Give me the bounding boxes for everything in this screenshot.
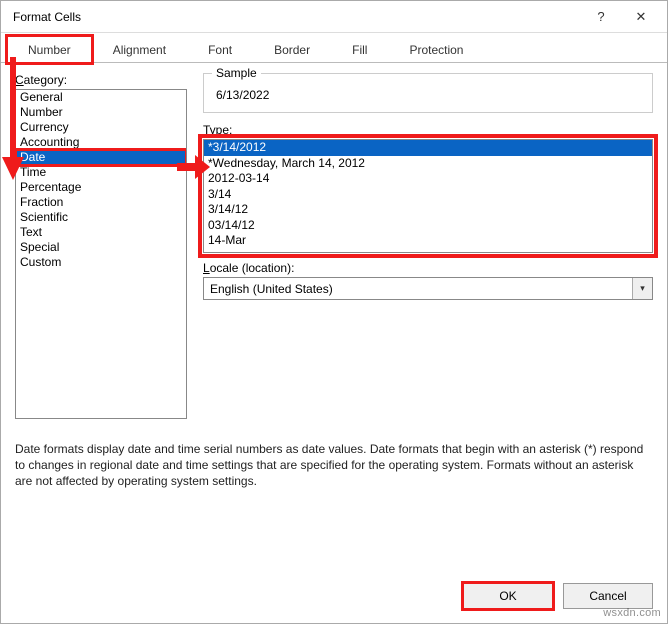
format-cells-dialog: Format Cells ? ✕ Number Alignment Font B… xyxy=(0,0,668,624)
locale-value: English (United States) xyxy=(204,282,632,296)
type-item-0[interactable]: *3/14/2012 xyxy=(204,140,652,156)
type-item-3[interactable]: 3/14 xyxy=(204,187,652,203)
type-item-5[interactable]: 03/14/12 xyxy=(204,218,652,234)
locale-label: Locale (location): xyxy=(203,261,653,275)
type-item-2[interactable]: 2012-03-14 xyxy=(204,171,652,187)
content-area: Category: General Number Currency Accoun… xyxy=(1,63,667,573)
tab-strip: Number Alignment Font Border Fill Protec… xyxy=(1,33,667,63)
category-item-custom[interactable]: Custom xyxy=(16,255,186,270)
type-item-6[interactable]: 14-Mar xyxy=(204,233,652,249)
tab-number[interactable]: Number xyxy=(7,36,92,63)
tab-border[interactable]: Border xyxy=(253,36,331,62)
watermark: wsxdn.com xyxy=(603,607,661,619)
category-item-currency[interactable]: Currency xyxy=(16,120,186,135)
tab-protection[interactable]: Protection xyxy=(388,36,484,62)
category-label-rest: ategory: xyxy=(24,73,67,87)
chevron-down-icon[interactable]: ▾ xyxy=(632,278,652,299)
type-label: Type: xyxy=(203,123,653,137)
category-item-percentage[interactable]: Percentage xyxy=(16,180,186,195)
category-item-special[interactable]: Special xyxy=(16,240,186,255)
type-listbox[interactable]: *3/14/2012 *Wednesday, March 14, 2012 20… xyxy=(203,139,653,253)
close-button[interactable]: ✕ xyxy=(621,3,661,31)
category-item-scientific[interactable]: Scientific xyxy=(16,210,186,225)
sample-label: Sample xyxy=(212,66,261,80)
cancel-button[interactable]: Cancel xyxy=(563,583,653,609)
locale-dropdown[interactable]: English (United States) ▾ xyxy=(203,277,653,300)
tab-alignment[interactable]: Alignment xyxy=(92,36,187,62)
type-item-4[interactable]: 3/14/12 xyxy=(204,202,652,218)
category-item-text[interactable]: Text xyxy=(16,225,186,240)
category-label: Category: xyxy=(15,73,187,87)
dialog-title: Format Cells xyxy=(13,10,581,24)
type-label-rest: ype: xyxy=(210,123,233,137)
tab-fill[interactable]: Fill xyxy=(331,36,388,62)
category-item-number[interactable]: Number xyxy=(16,105,186,120)
tab-font[interactable]: Font xyxy=(187,36,253,62)
category-item-accounting[interactable]: Accounting xyxy=(16,135,186,150)
sample-group: Sample 6/13/2022 xyxy=(203,73,653,113)
titlebar: Format Cells ? ✕ xyxy=(1,1,667,33)
sample-value: 6/13/2022 xyxy=(214,88,642,102)
type-item-1[interactable]: *Wednesday, March 14, 2012 xyxy=(204,156,652,172)
category-item-fraction[interactable]: Fraction xyxy=(16,195,186,210)
help-button[interactable]: ? xyxy=(581,3,621,31)
category-item-time[interactable]: Time xyxy=(16,165,186,180)
category-item-general[interactable]: General xyxy=(16,90,186,105)
ok-button[interactable]: OK xyxy=(463,583,553,609)
category-listbox[interactable]: General Number Currency Accounting Date … xyxy=(15,89,187,419)
format-description: Date formats display date and time seria… xyxy=(15,441,653,490)
category-item-date[interactable]: Date xyxy=(16,150,186,165)
locale-label-rest: ocale (location): xyxy=(210,261,295,275)
dialog-footer: OK Cancel xyxy=(1,573,667,623)
